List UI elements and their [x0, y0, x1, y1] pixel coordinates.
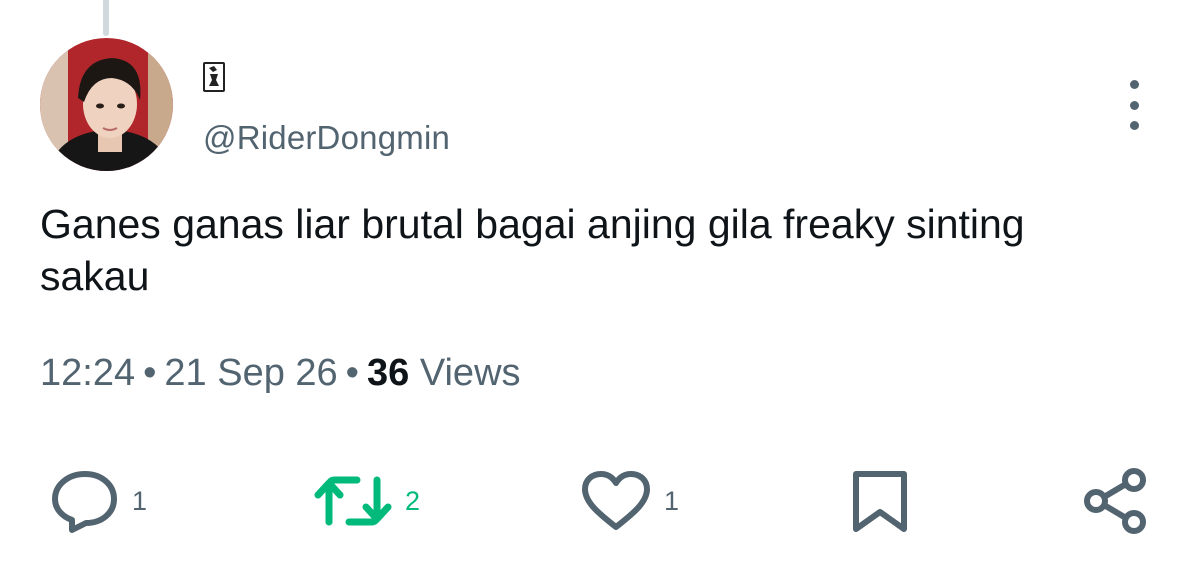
reply-icon — [52, 471, 117, 533]
share-icon — [1084, 468, 1146, 534]
views-count[interactable]: 36 — [367, 352, 409, 394]
avatar[interactable] — [40, 38, 173, 171]
reply-count: 1 — [132, 485, 148, 516]
meta-separator: • — [143, 352, 157, 394]
thread-connector-line — [103, 0, 109, 36]
like-count: 1 — [664, 485, 680, 516]
more-dot-icon — [1129, 121, 1139, 130]
action-bar: 1 2 1 — [0, 466, 1200, 536]
like-button[interactable]: 1 — [580, 466, 679, 536]
retweet-count: 2 — [405, 485, 421, 516]
avatar-image — [40, 38, 173, 171]
emoji-icon — [203, 62, 225, 92]
retweet-button[interactable]: 2 — [313, 466, 420, 536]
more-dot-icon — [1129, 80, 1139, 89]
more-dot-icon — [1129, 100, 1139, 110]
retweet-icon — [314, 476, 392, 526]
bookmark-icon — [853, 471, 907, 532]
views-label[interactable]: Views — [420, 352, 521, 394]
user-handle[interactable]: @RiderDongmin — [203, 119, 450, 157]
tweet-meta: 12:24 • 21 Sep 26 • 36 Views — [40, 352, 521, 395]
bookmark-button[interactable] — [850, 466, 910, 536]
meta-separator: • — [345, 352, 359, 394]
more-options-button[interactable] — [1118, 80, 1150, 130]
tweet-text: Ganes ganas liar brutal bagai anjing gil… — [40, 201, 1025, 299]
tweet-time[interactable]: 12:24 — [40, 352, 135, 394]
reply-button[interactable]: 1 — [50, 466, 147, 536]
tweet-date[interactable]: 21 Sep 26 — [164, 352, 337, 394]
heart-icon — [582, 471, 650, 530]
display-name-emoji-icon[interactable] — [203, 62, 225, 92]
share-button[interactable] — [1082, 466, 1150, 536]
